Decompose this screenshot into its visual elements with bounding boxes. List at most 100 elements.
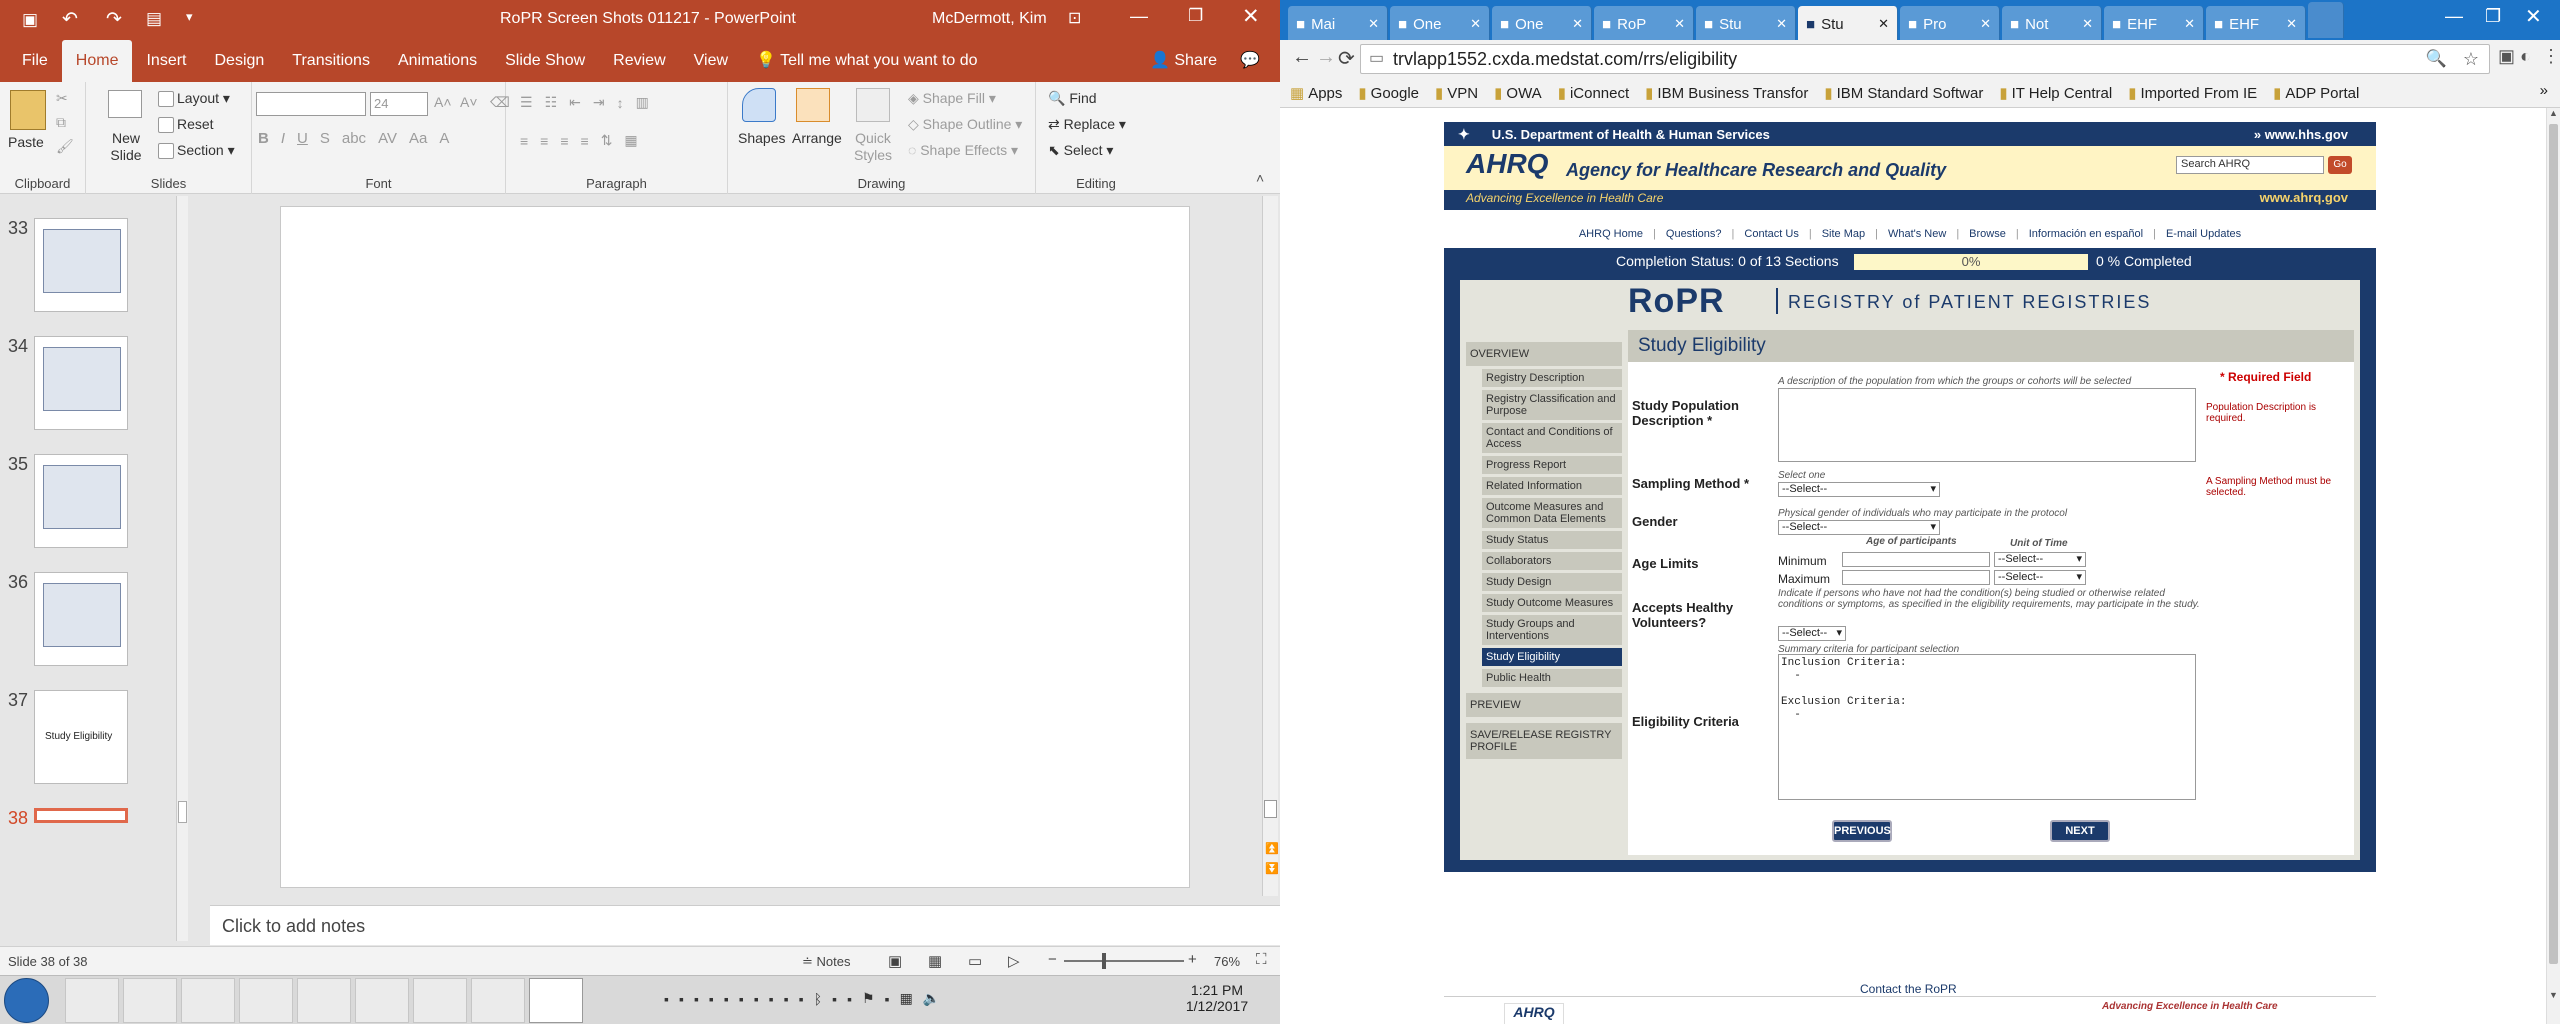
chrome-close-icon[interactable]: ✕ bbox=[2525, 4, 2542, 29]
gender-select[interactable]: --Select-- ▾ bbox=[1778, 520, 1940, 535]
scroll-down-icon[interactable]: ▼ bbox=[2549, 990, 2558, 1000]
tab-home[interactable]: Home bbox=[61, 40, 133, 82]
shape-fill-button[interactable]: ◈ Shape Fill ▾ bbox=[908, 90, 996, 107]
tray-icon-8[interactable]: ▪ bbox=[769, 991, 774, 1007]
age-min-unit-select[interactable]: --Select-- ▾ bbox=[1994, 552, 2086, 567]
chrome-minimize-icon[interactable]: — bbox=[2445, 6, 2463, 27]
bookmark-item[interactable]: ▮ IBM Business Transfor bbox=[1645, 84, 1808, 102]
ahrq-search-input[interactable]: Search AHRQ bbox=[2176, 156, 2324, 174]
bookmark-item[interactable]: ▮ OWA bbox=[1494, 84, 1542, 102]
tab-slide-show[interactable]: Slide Show bbox=[491, 40, 599, 82]
tab-view[interactable]: View bbox=[680, 40, 742, 82]
app-taskbar-icon[interactable] bbox=[413, 977, 467, 1023]
paste-button[interactable]: Paste bbox=[8, 134, 44, 150]
slide-thumbnail[interactable] bbox=[34, 454, 128, 548]
tab-close-icon[interactable]: ✕ bbox=[2286, 16, 2297, 32]
close-icon[interactable]: ✕ bbox=[1242, 4, 1260, 29]
tab-close-icon[interactable]: ✕ bbox=[1980, 16, 1991, 32]
sidebar-item[interactable]: SAVE/RELEASE REGISTRY PROFILE bbox=[1466, 723, 1622, 759]
tray-icon-1[interactable]: ▪ bbox=[664, 991, 669, 1007]
pop-description-textarea[interactable] bbox=[1778, 388, 2196, 462]
zoom-in-icon[interactable]: + bbox=[1188, 951, 1197, 968]
chrome-tab[interactable]: ■ Not ✕ bbox=[2002, 6, 2102, 42]
age-max-unit-select[interactable]: --Select-- ▾ bbox=[1994, 570, 2086, 585]
new-slide-button[interactable]: New Slide bbox=[104, 130, 148, 164]
forward-icon[interactable]: → bbox=[1316, 46, 1336, 69]
network-icon[interactable]: ▦ bbox=[900, 990, 913, 1007]
slideshow-view-icon[interactable]: ▷ bbox=[1008, 952, 1020, 970]
spacing-icon[interactable]: AV bbox=[378, 130, 397, 147]
tab-close-icon[interactable]: ✕ bbox=[1470, 16, 1481, 32]
reset-button[interactable]: Reset bbox=[158, 116, 214, 134]
line-spacing-icon[interactable]: ↕ bbox=[617, 95, 624, 111]
hhs-link[interactable]: » www.hhs.gov bbox=[2254, 127, 2348, 142]
omnibox-search-icon[interactable]: 🔍 bbox=[2426, 45, 2447, 73]
fit-slide-icon[interactable]: ⛶ bbox=[1256, 951, 1267, 968]
undo-icon[interactable]: ↶ bbox=[62, 8, 78, 31]
bookmark-item[interactable]: ▮ Google bbox=[1358, 84, 1419, 102]
page-info-icon[interactable]: ▭ bbox=[1369, 45, 1384, 73]
sidebar-item[interactable]: Outcome Measures and Common Data Element… bbox=[1482, 498, 1622, 528]
collapse-ribbon-icon[interactable]: ˄ bbox=[1256, 170, 1264, 186]
font-size-box[interactable]: 24 bbox=[370, 92, 428, 116]
save-icon[interactable]: ▣ bbox=[22, 10, 38, 30]
redo-icon[interactable]: ↷ bbox=[106, 8, 122, 31]
ahrq-logo[interactable]: AHRQ bbox=[1466, 148, 1548, 180]
sidebar-item[interactable]: Study Groups and Interventions bbox=[1482, 615, 1622, 645]
text-direction-icon[interactable]: ⇅ bbox=[601, 132, 613, 149]
chrome-tab[interactable]: ■ Stu ✕ bbox=[1798, 6, 1898, 42]
skype-taskbar-icon[interactable] bbox=[181, 977, 235, 1023]
select-button[interactable]: ⬉ Select ▾ bbox=[1048, 142, 1113, 159]
ahrq-nav-link[interactable]: What's New bbox=[1888, 228, 1946, 240]
chrome-tab[interactable]: ■ EHF ✕ bbox=[2206, 6, 2306, 42]
sidebar-item[interactable]: Public Health bbox=[1482, 669, 1622, 687]
sidebar-item[interactable]: Collaborators bbox=[1482, 552, 1622, 570]
next-slide-icon[interactable]: ⏬ bbox=[1265, 862, 1279, 875]
case-icon[interactable]: Aa bbox=[409, 130, 427, 147]
bluetooth-icon[interactable]: ᛒ bbox=[814, 991, 822, 1007]
ahrq-nav-link[interactable]: Browse bbox=[1969, 228, 2006, 240]
address-bar[interactable]: ▭ trvlapp1552.cxda.medstat.com/rrs/eligi… bbox=[1360, 44, 2490, 74]
notes-toggle[interactable]: ≐ Notes bbox=[802, 954, 851, 970]
smartart-icon[interactable]: ▦ bbox=[624, 132, 637, 149]
layout-button[interactable]: Layout ▾ bbox=[158, 90, 230, 108]
bookmark-item[interactable]: ▮ iConnect bbox=[1558, 84, 1629, 102]
slide-thumbnail[interactable] bbox=[34, 572, 128, 666]
tab-close-icon[interactable]: ✕ bbox=[1878, 16, 1889, 32]
cut-icon[interactable]: ✂ bbox=[56, 90, 68, 107]
slide-thumbnail[interactable] bbox=[34, 808, 128, 823]
age-max-input[interactable] bbox=[1842, 570, 1990, 585]
tab-close-icon[interactable]: ✕ bbox=[1572, 16, 1583, 32]
prev-slide-icon[interactable]: ⏫ bbox=[1265, 842, 1279, 855]
new-tab-button[interactable] bbox=[2308, 2, 2344, 38]
bold-icon[interactable]: B bbox=[258, 130, 269, 147]
extension-icon[interactable]: ▣ bbox=[2498, 46, 2515, 67]
tab-review[interactable]: Review bbox=[599, 40, 679, 82]
scroll-up-icon[interactable]: ▲ bbox=[2549, 108, 2558, 118]
sidebar-item[interactable]: Registry Classification and Purpose bbox=[1482, 390, 1622, 420]
word-taskbar-icon[interactable] bbox=[471, 977, 525, 1023]
tab-close-icon[interactable]: ✕ bbox=[1674, 16, 1685, 32]
columns-icon[interactable]: ▥ bbox=[636, 94, 649, 111]
shape-effects-button[interactable]: ◌ Shape Effects ▾ bbox=[908, 142, 1018, 159]
comments-icon[interactable]: 💬 bbox=[1240, 50, 1260, 70]
strike-icon[interactable]: abc bbox=[342, 130, 366, 147]
align-right-icon[interactable]: ≡ bbox=[560, 133, 568, 149]
slide-thumbnail[interactable] bbox=[34, 336, 128, 430]
age-min-input[interactable] bbox=[1842, 552, 1990, 567]
start-icon[interactable] bbox=[4, 977, 49, 1023]
zoom-out-icon[interactable]: − bbox=[1048, 951, 1057, 968]
healthy-select[interactable]: --Select-- ▾ bbox=[1778, 626, 1846, 641]
chrome-tab[interactable]: ■ Pro ✕ bbox=[1900, 6, 2000, 42]
new-slide-icon[interactable] bbox=[108, 90, 142, 118]
paste-icon[interactable] bbox=[10, 90, 46, 130]
ahrq-nav-link[interactable]: Site Map bbox=[1822, 228, 1865, 240]
flag-icon[interactable]: ⚑ bbox=[862, 990, 875, 1007]
ribbon-display-icon[interactable]: ⊡ bbox=[1068, 8, 1081, 28]
contact-ropr-link[interactable]: Contact the RoPR bbox=[1860, 982, 1957, 996]
powerpoint-taskbar-icon[interactable] bbox=[529, 977, 583, 1023]
tray-icon-7[interactable]: ▪ bbox=[754, 991, 759, 1007]
tab-close-icon[interactable]: ✕ bbox=[1368, 16, 1379, 32]
shapes-icon[interactable] bbox=[742, 88, 776, 122]
ahrq-nav-link[interactable]: Contact Us bbox=[1744, 228, 1798, 240]
